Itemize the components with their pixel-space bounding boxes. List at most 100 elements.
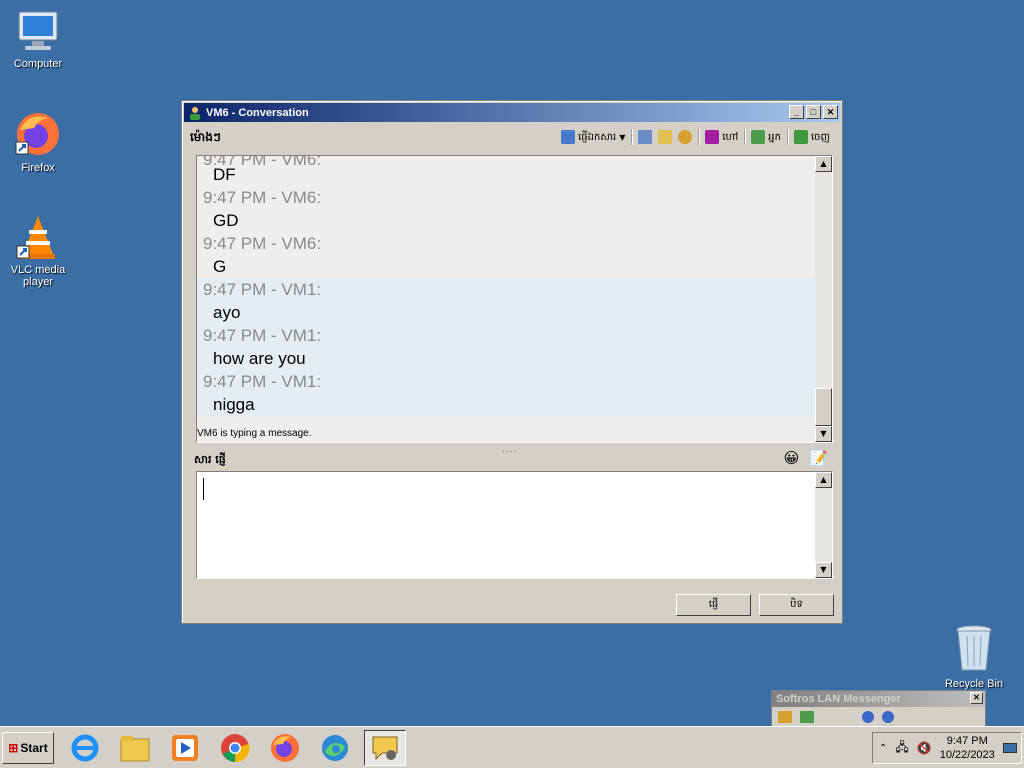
message-meta: 9:47 PM - VM6: bbox=[203, 188, 322, 207]
desktop-icon-recycle-bin[interactable]: Recycle Bin bbox=[936, 624, 1012, 690]
call-label: ហៅ bbox=[722, 131, 739, 143]
send-file-button[interactable]: ផ្ញើឯកសារ ▼ bbox=[561, 130, 625, 145]
contacts-button[interactable]: អ្នក bbox=[751, 130, 781, 145]
help-icon[interactable] bbox=[862, 711, 874, 723]
toolbar: ម៉ោងៗ ផ្ញើឯកសារ ▼ ហៅ អ្នក ចេញ bbox=[190, 127, 834, 149]
show-desktop-icon[interactable] bbox=[1002, 743, 1017, 753]
lan-messenger-toolbar bbox=[772, 707, 985, 727]
window-titlebar[interactable]: VM6 - Conversation _ □ ✕ bbox=[184, 103, 840, 122]
chevron-down-icon: ▼ bbox=[619, 132, 626, 142]
scroll-up-button[interactable]: ▲ bbox=[815, 156, 832, 172]
network-icon[interactable]: 🖧 bbox=[895, 738, 908, 759]
taskbar-internet-explorer[interactable] bbox=[64, 730, 106, 766]
send-file-label: ផ្ញើឯកសារ bbox=[578, 131, 617, 143]
scroll-up-button[interactable]: ▲ bbox=[815, 472, 832, 488]
toolbar-separator bbox=[631, 129, 633, 145]
close-button[interactable]: ✕ bbox=[823, 105, 838, 119]
lan-messenger-icon bbox=[372, 736, 398, 761]
taskbar-edge[interactable] bbox=[314, 730, 356, 766]
taskbar-lan-messenger[interactable] bbox=[364, 730, 406, 766]
clock-time: 9:47 PM bbox=[946, 735, 988, 747]
history-scrollbar[interactable]: ▲ ▼ bbox=[815, 156, 832, 442]
taskbar-chrome[interactable] bbox=[214, 730, 256, 766]
volume-muted-icon[interactable]: 🔇 bbox=[917, 741, 932, 755]
exit-icon bbox=[793, 130, 808, 144]
desktop-icon-vlc[interactable]: VLC media player bbox=[0, 214, 76, 288]
message-text: how are you bbox=[213, 349, 306, 368]
firefox-icon bbox=[15, 113, 59, 155]
clock[interactable]: 9:47 PM 10/22/2023 bbox=[940, 734, 995, 762]
show-hidden-icons-icon[interactable]: ⌃ bbox=[879, 743, 887, 754]
desktop-icon-label: VLC media player bbox=[10, 264, 66, 288]
taskbar-media-player[interactable] bbox=[164, 730, 206, 766]
contacts-icon[interactable] bbox=[800, 711, 814, 723]
video-camera-icon bbox=[705, 130, 720, 144]
contacts-label: អ្នក bbox=[768, 131, 781, 143]
message-text: G bbox=[213, 257, 227, 276]
typing-status: VM6 is typing a message. bbox=[197, 428, 312, 439]
maximize-button[interactable]: □ bbox=[806, 105, 821, 119]
message-meta: 9:47 PM - VM6: bbox=[203, 234, 322, 253]
history-icon[interactable] bbox=[638, 130, 653, 144]
taskbar-apps bbox=[64, 730, 406, 766]
pane-splitter[interactable]: .... bbox=[502, 445, 517, 455]
message-item: 9:47 PM - VM6: GD bbox=[197, 186, 815, 232]
send-file-icon bbox=[561, 130, 576, 144]
toolbar-separator bbox=[698, 129, 700, 145]
firefox-icon bbox=[271, 734, 299, 762]
system-tray: ⌃ 🖧 🔇 9:47 PM 10/22/2023 bbox=[872, 732, 1022, 764]
start-button[interactable]: ⊞ Start bbox=[2, 732, 54, 764]
conversation-window: VM6 - Conversation _ □ ✕ ម៉ោងៗ ផ្ញើឯកសារ… bbox=[181, 100, 843, 624]
status-icon[interactable] bbox=[778, 711, 792, 723]
minimize-button[interactable]: _ bbox=[789, 105, 804, 119]
message-meta: 9:47 PM - VM1: bbox=[203, 372, 322, 391]
message-input[interactable]: ▲ ▼ bbox=[196, 471, 833, 579]
message-item: 9:47 PM - VM1: how are you bbox=[197, 324, 815, 370]
toolbar-separator bbox=[744, 129, 746, 145]
computer-icon bbox=[18, 11, 58, 50]
windows-logo-icon: ⊞ bbox=[8, 741, 19, 755]
start-label: Start bbox=[20, 741, 48, 755]
desktop-icon-label: Computer bbox=[13, 58, 63, 70]
media-player-icon bbox=[172, 735, 198, 761]
taskbar-firefox[interactable] bbox=[264, 730, 306, 766]
message-meta: 9:47 PM - VM1: bbox=[203, 280, 322, 299]
call-button[interactable]: ហៅ bbox=[705, 130, 738, 145]
close-conversation-button[interactable]: បិទ bbox=[759, 594, 834, 616]
scroll-down-button[interactable]: ▼ bbox=[815, 426, 832, 442]
emoji-icon[interactable]: 😀 bbox=[784, 449, 800, 467]
emoticon-settings-icon[interactable] bbox=[678, 130, 693, 144]
info-icon[interactable] bbox=[882, 711, 894, 723]
message-meta: 9:47 PM - VM1: bbox=[203, 326, 322, 345]
compose-options-icon[interactable]: 📝 bbox=[809, 449, 828, 467]
lan-messenger-titlebar[interactable]: Softros LAN Messenger ✕ bbox=[772, 691, 985, 707]
message-text: nigga bbox=[213, 395, 255, 414]
edge-icon bbox=[322, 735, 348, 761]
leave-label: ចេញ bbox=[810, 131, 830, 143]
text-caret bbox=[203, 478, 204, 500]
compose-label: សារ ផ្ញើ bbox=[194, 453, 226, 466]
folder-icon bbox=[120, 736, 150, 762]
leave-button[interactable]: ចេញ bbox=[793, 130, 830, 145]
lan-messenger-close-button[interactable]: ✕ bbox=[970, 692, 983, 704]
taskbar: ⊞ Start ⌃ 🖧 🔇 9:47 PM 10/22/2023 bbox=[0, 726, 1024, 768]
desktop-icon-firefox[interactable]: Firefox bbox=[0, 110, 76, 174]
internet-explorer-icon bbox=[71, 734, 99, 762]
taskbar-explorer[interactable] bbox=[114, 730, 156, 766]
window-title: VM6 - Conversation bbox=[206, 106, 309, 119]
message-item: 9:47 PM - VM1: nigga bbox=[197, 370, 815, 416]
desktop-icon-computer[interactable]: Computer bbox=[0, 10, 76, 70]
recycle-bin-icon bbox=[956, 625, 992, 671]
scroll-down-button[interactable]: ▼ bbox=[815, 562, 832, 578]
message-history[interactable]: 9:47 PM - VM6: DF 9:47 PM - VM6: GD 9:47… bbox=[196, 155, 833, 443]
scroll-thumb[interactable] bbox=[815, 388, 832, 426]
info-icon[interactable] bbox=[658, 130, 673, 144]
lan-messenger-window[interactable]: Softros LAN Messenger ✕ bbox=[771, 690, 986, 730]
send-button[interactable]: ផ្ញើ bbox=[676, 594, 751, 616]
desktop-icon-label: Firefox bbox=[21, 162, 55, 174]
desktop-icon-label: Recycle Bin bbox=[944, 678, 1004, 690]
input-scrollbar[interactable]: ▲ ▼ bbox=[815, 472, 832, 578]
chrome-icon bbox=[221, 734, 250, 763]
message-list: 9:47 PM - VM6: DF 9:47 PM - VM6: GD 9:47… bbox=[197, 156, 815, 442]
message-item: 9:47 PM - VM1: ayo bbox=[197, 278, 815, 324]
